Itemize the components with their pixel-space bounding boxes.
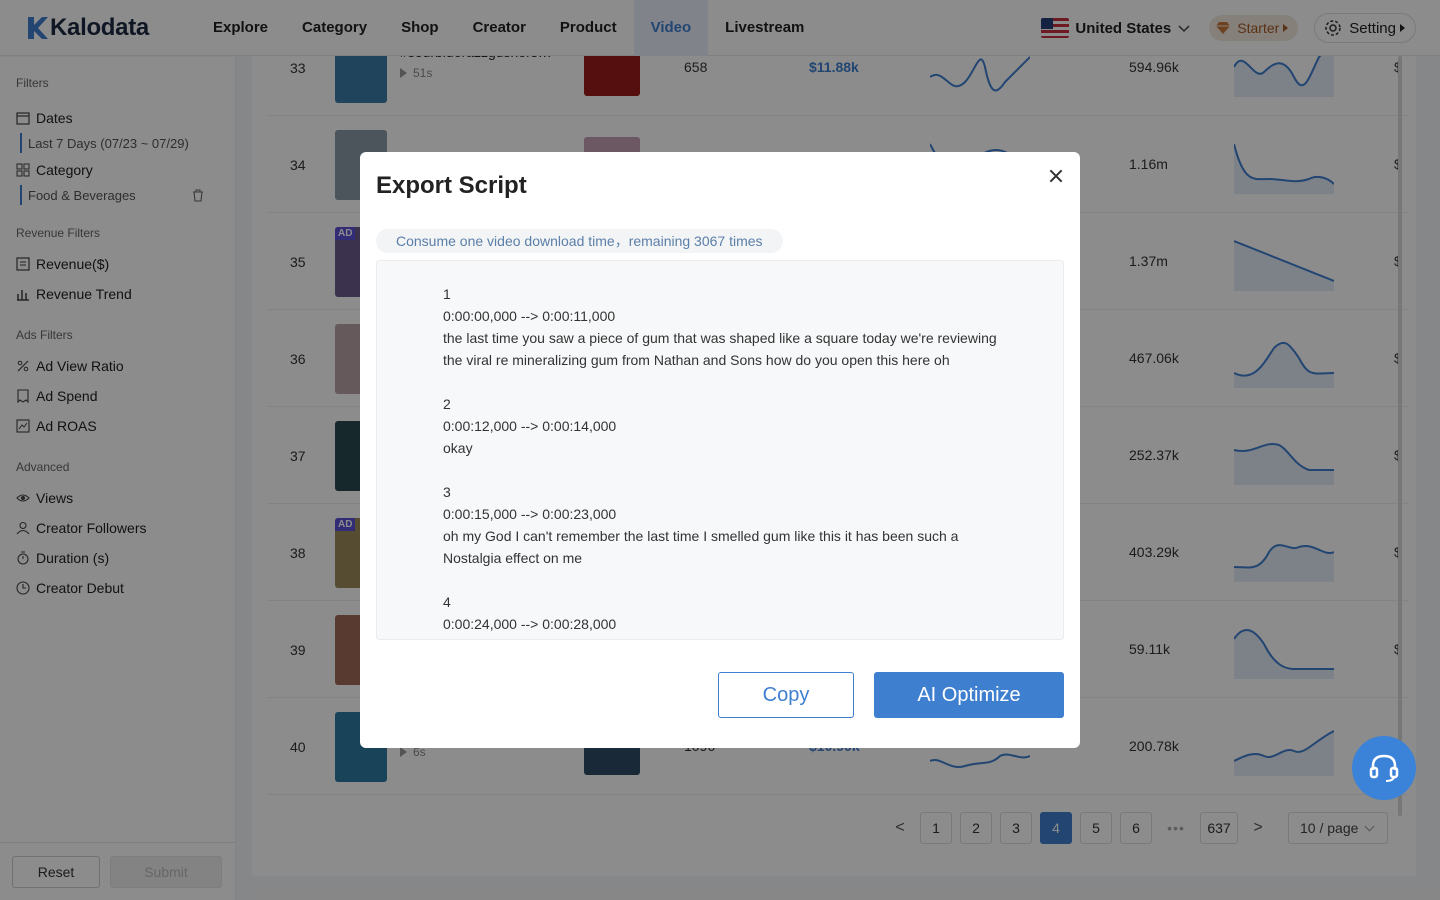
consume-note: Consume one video download time，remainin…	[376, 229, 783, 253]
export-script-modal: Export Script Consume one video download…	[360, 152, 1080, 748]
segment-time: 0:00:24,000 --> 0:00:28,000	[443, 616, 617, 632]
segment-text: oh my God I can't remember the last time…	[443, 528, 959, 566]
close-icon[interactable]	[1048, 168, 1064, 184]
script-segment: 2 0:00:12,000 --> 0:00:14,000 okay	[443, 393, 1003, 459]
copy-button[interactable]: Copy	[718, 672, 854, 718]
script-segment: 4 0:00:24,000 --> 0:00:28,000	[443, 591, 1003, 635]
ai-optimize-button[interactable]: AI Optimize	[874, 672, 1064, 718]
script-segment: 1 0:00:00,000 --> 0:00:11,000 the last t…	[443, 283, 1003, 371]
segment-index: 1	[443, 286, 451, 302]
headset-icon	[1369, 754, 1399, 782]
segment-time: 0:00:15,000 --> 0:00:23,000	[443, 506, 617, 522]
segment-time: 0:00:12,000 --> 0:00:14,000	[443, 418, 617, 434]
segment-text: the last time you saw a piece of gum tha…	[443, 330, 997, 368]
segment-index: 4	[443, 594, 451, 610]
support-chat-button[interactable]	[1352, 736, 1416, 800]
script-segment: 3 0:00:15,000 --> 0:00:23,000 oh my God …	[443, 481, 1003, 569]
segment-time: 0:00:00,000 --> 0:00:11,000	[443, 308, 616, 324]
segment-index: 2	[443, 396, 451, 412]
modal-title: Export Script	[376, 172, 527, 199]
script-content[interactable]: 1 0:00:00,000 --> 0:00:11,000 the last t…	[376, 260, 1064, 640]
segment-text: okay	[443, 440, 473, 456]
segment-index: 3	[443, 484, 451, 500]
